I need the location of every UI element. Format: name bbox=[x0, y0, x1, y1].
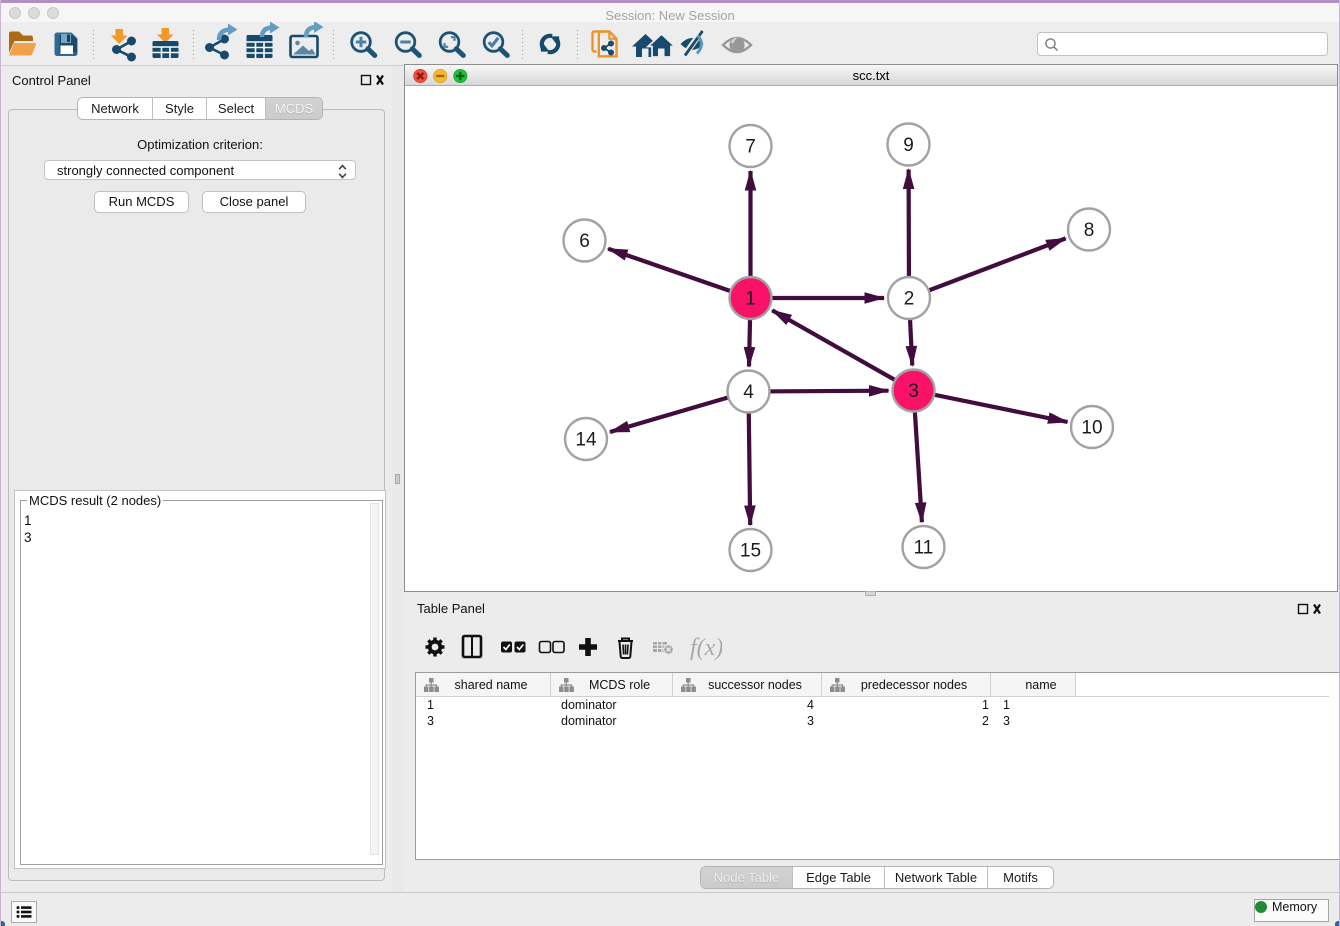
svg-text:11: 11 bbox=[914, 538, 934, 559]
svg-text:2: 2 bbox=[904, 289, 915, 310]
svg-text:6: 6 bbox=[579, 231, 590, 252]
svg-text:10: 10 bbox=[1081, 418, 1102, 439]
svg-text:1: 1 bbox=[745, 289, 756, 310]
svg-text:15: 15 bbox=[740, 541, 761, 562]
svg-text:7: 7 bbox=[745, 137, 756, 158]
svg-text:4: 4 bbox=[743, 382, 754, 403]
svg-text:14: 14 bbox=[575, 430, 597, 451]
svg-text:f(x): f(x) bbox=[690, 635, 722, 661]
svg-text:3: 3 bbox=[908, 381, 919, 402]
svg-text:9: 9 bbox=[903, 135, 914, 156]
svg-text:8: 8 bbox=[1084, 220, 1095, 241]
